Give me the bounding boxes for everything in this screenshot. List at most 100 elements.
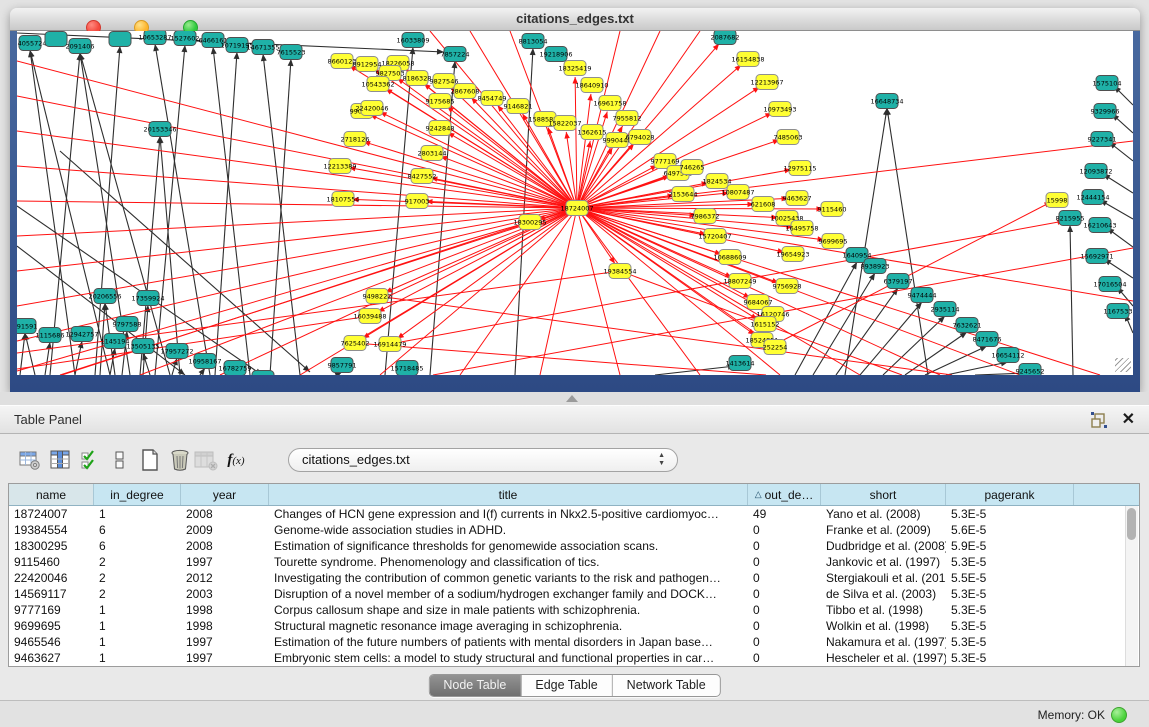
resize-grip-icon[interactable] xyxy=(1115,358,1131,372)
show-column-icon[interactable] xyxy=(46,445,74,475)
graph-node[interactable]: 746265 xyxy=(680,160,705,175)
create-new-table-icon[interactable] xyxy=(136,445,164,475)
graph-node[interactable]: 1413614 xyxy=(726,356,755,371)
delete-table-icon[interactable] xyxy=(192,445,220,475)
graph-node[interactable]: 9756928 xyxy=(773,279,802,294)
column-header-in_degree[interactable]: in_degree xyxy=(94,484,181,505)
table-row[interactable]: 977716911998Corpus callosum shape and si… xyxy=(9,602,1139,618)
graph-node[interactable]: 7485063 xyxy=(774,130,803,145)
graph-node[interactable]: 17359924 xyxy=(131,291,164,306)
teal-node[interactable] xyxy=(45,32,67,47)
graph-node[interactable]: 1167533 xyxy=(1104,304,1133,319)
graph-node[interactable]: 18640910 xyxy=(575,78,608,93)
graph-node[interactable]: 7955812 xyxy=(613,111,642,126)
table-scrollbar[interactable] xyxy=(1125,506,1138,666)
graph-node[interactable]: 7615523 xyxy=(277,45,306,60)
table-row[interactable]: 1872400712008Changes of HCN gene express… xyxy=(9,506,1139,522)
graph-node[interactable]: 8215955 xyxy=(1056,211,1085,226)
graph-node[interactable]: 6794028 xyxy=(626,130,655,145)
graph-node[interactable]: 7986372 xyxy=(691,209,720,224)
column-header-short[interactable]: short xyxy=(821,484,946,505)
graph-node[interactable]: 18107554 xyxy=(326,192,359,207)
tab-node-table[interactable]: Node Table xyxy=(429,675,521,696)
graph-node[interactable]: 12213967 xyxy=(750,75,783,90)
graph-node[interactable]: 9699695 xyxy=(819,234,848,249)
graph-node[interactable]: 8454749 xyxy=(478,91,507,106)
graph-node[interactable]: 18325419 xyxy=(558,61,591,76)
table-row[interactable]: 946362711997Embryonic stem cells: a mode… xyxy=(9,650,1139,666)
network-canvas[interactable]: 1405572420914061065328715276026466161107… xyxy=(17,31,1133,375)
graph-node[interactable]: 9797588 xyxy=(113,317,142,332)
delete-attribute-icon[interactable] xyxy=(166,445,194,475)
graph-node[interactable]: 9474444 xyxy=(908,288,937,303)
column-header-pagerank[interactable]: pagerank xyxy=(946,484,1074,505)
table-select-dropdown[interactable]: citations_edges.txt ▲▼ xyxy=(288,448,678,472)
table-row[interactable]: 946554611997Estimation of the future num… xyxy=(9,634,1139,650)
table-row[interactable]: 1938455462009Genome-wide association stu… xyxy=(9,522,1139,538)
table-row[interactable]: 969969511998Structural magnetic resonanc… xyxy=(9,618,1139,634)
graph-node[interactable]: 9242848 xyxy=(426,121,455,136)
graph-node[interactable]: 2935114 xyxy=(931,302,960,317)
graph-node[interactable]: 1115686 xyxy=(36,328,65,343)
graph-node[interactable]: 14055724 xyxy=(17,36,47,51)
graph-node[interactable]: 9245652 xyxy=(1016,364,1045,376)
graph-node[interactable]: 8471676 xyxy=(973,332,1002,347)
select-all-rows-icon[interactable] xyxy=(76,445,104,475)
graph-node[interactable]: 10653287 xyxy=(138,31,171,45)
graph-node[interactable]: 2091406 xyxy=(66,39,95,54)
graph-node[interactable]: 2087682 xyxy=(711,31,740,45)
graph-node[interactable]: 8427552 xyxy=(408,169,437,184)
graph-node[interactable]: 15718485 xyxy=(390,361,423,376)
graph-node[interactable]: 12213389 xyxy=(323,159,356,174)
graph-node[interactable]: 17016504 xyxy=(1093,277,1126,292)
column-header-title[interactable]: title xyxy=(269,484,748,505)
table-options-icon[interactable] xyxy=(16,445,44,475)
panel-splitter[interactable] xyxy=(0,392,1149,405)
graph-node[interactable]: 15998 xyxy=(1046,193,1068,208)
graph-node[interactable]: 20153346 xyxy=(143,122,176,137)
column-header-out_degree[interactable]: △out_de… xyxy=(748,484,821,505)
network-window-titlebar[interactable]: citations_edges.txt xyxy=(10,8,1140,31)
graph-node[interactable]: 19384554 xyxy=(603,264,636,279)
graph-node[interactable]: 9146821 xyxy=(504,99,533,114)
close-panel-icon[interactable]: ✕ xyxy=(1122,409,1135,429)
float-panel-icon[interactable] xyxy=(1091,412,1107,428)
graph-node[interactable]: 9115460 xyxy=(818,202,847,217)
table-scrollbar-thumb[interactable] xyxy=(1127,508,1136,540)
graph-node[interactable]: 16914479 xyxy=(373,337,406,352)
graph-node[interactable]: 15720407 xyxy=(698,229,731,244)
graph-node[interactable]: 1145194 xyxy=(101,334,130,349)
graph-node[interactable]: 7632621 xyxy=(953,318,982,333)
graph-node[interactable]: 917003 xyxy=(405,194,430,209)
graph-node[interactable]: 9329966 xyxy=(1091,104,1120,119)
graph-node[interactable] xyxy=(45,32,67,47)
graph-node[interactable]: 2867608 xyxy=(451,84,480,99)
graph-node[interactable]: 2153644 xyxy=(669,187,698,202)
table-row[interactable]: 1830029562008Estimation of significance … xyxy=(9,538,1139,554)
splitter-handle-icon[interactable] xyxy=(566,395,578,402)
graph-node[interactable]: 7625402 xyxy=(341,336,370,351)
graph-node[interactable]: 16154838 xyxy=(731,52,764,67)
apply-function-icon[interactable]: f(x) xyxy=(222,445,250,475)
graph-node[interactable]: 8813054 xyxy=(519,34,548,49)
graph-node[interactable]: 9857791 xyxy=(328,358,357,373)
graph-node[interactable]: 19654923 xyxy=(776,247,809,262)
clear-row-selection-icon[interactable] xyxy=(106,445,134,475)
graph-node[interactable]: 16961758 xyxy=(593,96,626,111)
graph-node[interactable]: 1527602 xyxy=(171,31,200,46)
column-header-name[interactable]: name xyxy=(9,484,94,505)
graph-node[interactable]: 19218906 xyxy=(539,47,572,62)
graph-node[interactable]: 16648734 xyxy=(870,94,903,109)
graph-node[interactable] xyxy=(109,32,131,47)
graph-node[interactable]: 9175685 xyxy=(426,94,455,109)
column-header-year[interactable]: year xyxy=(181,484,269,505)
table-row[interactable]: 1456911722003Disruption of a novel membe… xyxy=(9,586,1139,602)
graph-node[interactable]: 8186328 xyxy=(403,71,432,86)
teal-node[interactable] xyxy=(109,32,131,47)
graph-node[interactable]: 16033809 xyxy=(396,33,429,48)
graph-node[interactable]: 621608 xyxy=(751,197,776,212)
graph-node[interactable]: 252254 xyxy=(763,340,788,355)
table-row[interactable]: 2242004622012Investigating the contribut… xyxy=(9,570,1139,586)
graph-node[interactable]: 12975115 xyxy=(783,161,816,176)
graph-node[interactable]: 1615152 xyxy=(751,317,780,332)
